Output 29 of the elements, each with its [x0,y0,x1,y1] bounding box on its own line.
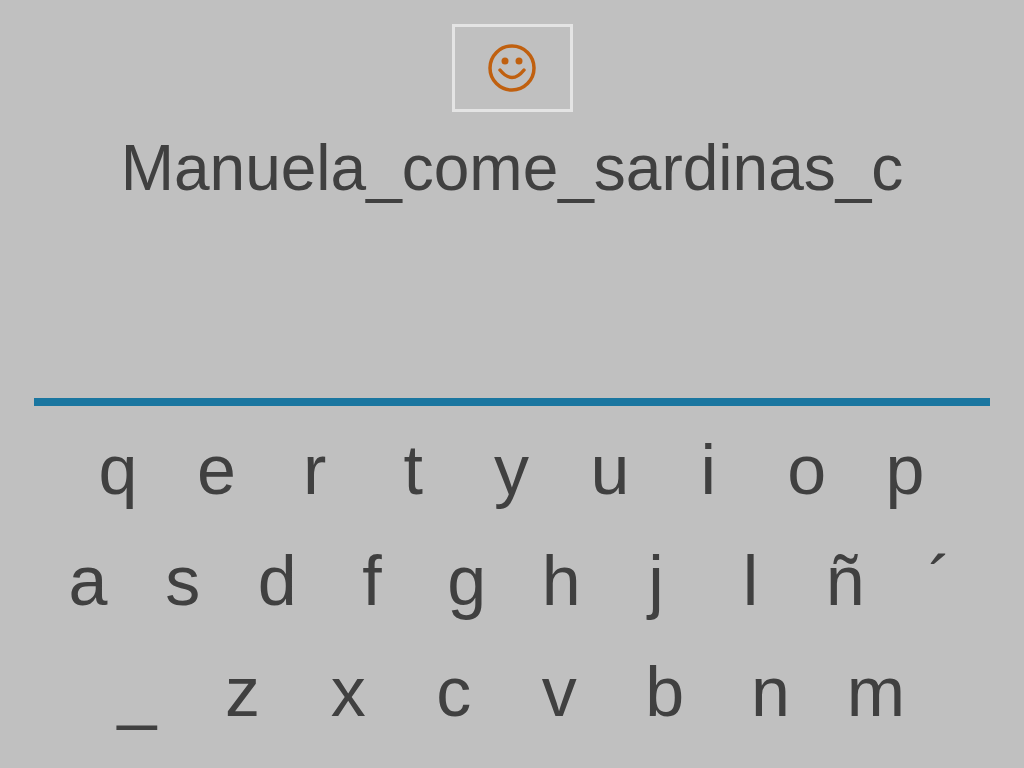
letter-key[interactable]: q [88,424,148,515]
letter-key[interactable]: g [436,535,497,626]
letter-key[interactable]: v [529,646,590,737]
letter-key[interactable]: i [678,424,739,515]
letter-key[interactable]: t [383,424,444,515]
letter-key[interactable]: l [720,535,781,626]
letter-key[interactable]: n [740,646,801,737]
letter-key[interactable]: z [212,646,273,737]
letter-key[interactable]: p [875,424,935,515]
letter-key[interactable]: c [423,646,484,737]
letter-key[interactable]: s [152,535,213,626]
letter-key[interactable]: _ [107,646,167,737]
letter-key[interactable]: b [634,646,695,737]
letter-key[interactable]: m [845,646,906,737]
typed-phrase: Manuela_come_sardinas_c [120,131,904,206]
letter-key[interactable]: r [284,424,345,515]
letter-key[interactable]: y [481,424,542,515]
letter-key[interactable]: ´ [909,535,970,626]
smiley-icon [487,43,537,93]
letter-key[interactable]: o [776,424,837,515]
letter-key[interactable]: u [579,424,640,515]
letter-key[interactable]: ñ [815,535,876,626]
letter-key[interactable]: f [341,535,402,626]
letter-key[interactable]: a [58,535,118,626]
letter-key[interactable]: x [318,646,379,737]
letter-key[interactable]: j [625,535,686,626]
letter-key[interactable]: h [531,535,592,626]
letter-key[interactable]: d [247,535,308,626]
letter-key[interactable]: e [186,424,247,515]
